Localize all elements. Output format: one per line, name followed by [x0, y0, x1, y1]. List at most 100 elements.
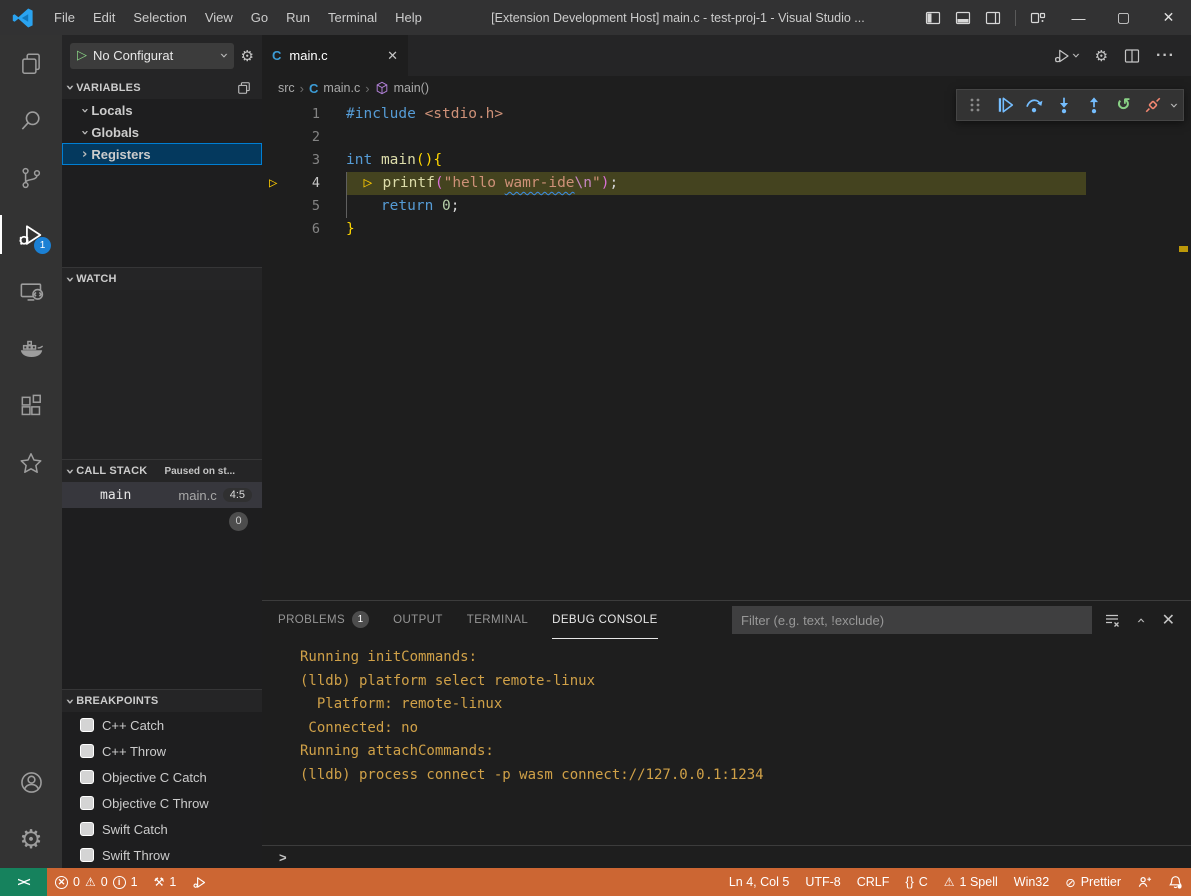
manage-button[interactable]: ⚙	[0, 811, 62, 868]
menu-go[interactable]: Go	[242, 10, 277, 25]
continue-button[interactable]	[993, 93, 1017, 117]
code-editor[interactable]: 1#include <stdio.h>23int main(){▷4 ▷prin…	[262, 100, 1191, 600]
launch-config-gear-icon[interactable]: ⚙	[241, 47, 254, 65]
tab-debug-console[interactable]: DEBUG CONSOLE	[552, 601, 658, 639]
encoding-indicator[interactable]: UTF-8	[797, 868, 848, 896]
breakpoint-margin[interactable]	[262, 195, 294, 218]
step-over-button[interactable]	[1022, 93, 1046, 117]
breadcrumb-symbol[interactable]: main()	[394, 81, 429, 95]
debug-configuration-dropdown[interactable]: ▷ No Configurat ›	[70, 43, 234, 69]
debug-console-input[interactable]: >	[262, 845, 1191, 868]
breakpoint-row[interactable]: C++ Catch	[62, 712, 262, 738]
breakpoint-row[interactable]: C++ Throw	[62, 738, 262, 764]
stack-frame-row[interactable]: main main.c 4:5	[62, 482, 262, 508]
sidebar-item-search[interactable]	[0, 92, 62, 149]
clear-console-icon[interactable]	[1104, 612, 1120, 628]
step-into-button[interactable]	[1052, 93, 1076, 117]
split-editor-icon[interactable]	[1124, 48, 1140, 64]
notifications-button[interactable]	[1160, 868, 1191, 896]
sidebar-item-explorer[interactable]	[0, 35, 62, 92]
line-text[interactable]: return 0;	[346, 195, 460, 218]
menu-selection[interactable]: Selection	[124, 10, 195, 25]
debug-session-chevron-icon[interactable]: ›	[1167, 102, 1182, 108]
breakpoint-checkbox[interactable]	[80, 744, 94, 758]
breakpoint-margin[interactable]	[262, 218, 294, 241]
line-text[interactable]: ▷printf("hello wamr-ide\n");	[346, 172, 1086, 195]
sidebar-item-extensions[interactable]	[0, 377, 62, 434]
line-text[interactable]: }	[346, 218, 355, 241]
platform-indicator[interactable]: Win32	[1006, 868, 1057, 896]
step-out-button[interactable]	[1082, 93, 1106, 117]
line-text[interactable]: int main(){	[346, 149, 442, 172]
close-tab-icon[interactable]: ✕	[387, 48, 398, 64]
breakpoint-row[interactable]: Objective C Throw	[62, 790, 262, 816]
tab-main-c[interactable]: C main.c ✕	[262, 35, 408, 76]
watch-header[interactable]: › WATCH	[62, 267, 262, 290]
call-stack-header[interactable]: › CALL STACK Paused on st...	[62, 459, 262, 482]
debug-status[interactable]	[184, 868, 215, 896]
cursor-position[interactable]: Ln 4, Col 5	[721, 868, 797, 896]
breakpoint-checkbox[interactable]	[80, 770, 94, 784]
maximize-button[interactable]: ▢	[1101, 0, 1146, 35]
maximize-panel-icon[interactable]: ›	[1133, 617, 1148, 623]
breakpoint-checkbox[interactable]	[80, 848, 94, 862]
menu-terminal[interactable]: Terminal	[319, 10, 386, 25]
toolbar-drag-handle[interactable]	[963, 93, 987, 117]
problems-status[interactable]: ✕ 0 ⚠ 0 i 1	[47, 868, 146, 896]
more-actions-icon[interactable]: ···	[1156, 47, 1175, 65]
code-line[interactable]: ▷4 ▷printf("hello wamr-ide\n");	[262, 172, 1191, 195]
breadcrumb-file[interactable]: main.c	[323, 81, 360, 95]
sidebar-item-docker[interactable]	[0, 320, 62, 377]
menu-help[interactable]: Help	[386, 10, 431, 25]
breakpoint-checkbox[interactable]	[80, 718, 94, 732]
accounts-button[interactable]	[0, 754, 62, 811]
remote-indicator[interactable]: ><	[0, 868, 47, 896]
sidebar-item-source-control[interactable]	[0, 149, 62, 206]
breadcrumb-folder[interactable]: src	[278, 81, 295, 95]
minimize-button[interactable]: —	[1056, 0, 1101, 35]
toggle-panel-icon[interactable]	[955, 10, 971, 26]
variables-header[interactable]: › VARIABLES	[62, 76, 262, 99]
editor-settings-gear-icon[interactable]: ⚙	[1095, 47, 1108, 65]
line-text[interactable]: #include <stdio.h>	[346, 103, 503, 126]
close-button[interactable]: ✕	[1146, 0, 1191, 35]
breakpoint-checkbox[interactable]	[80, 796, 94, 810]
menu-file[interactable]: File	[45, 10, 84, 25]
collapse-all-icon[interactable]	[237, 81, 251, 95]
tab-problems[interactable]: PROBLEMS 1	[278, 601, 369, 639]
breakpoint-margin[interactable]	[262, 126, 294, 149]
code-line[interactable]: 2	[262, 126, 1191, 149]
menu-view[interactable]: View	[196, 10, 242, 25]
run-or-debug-button[interactable]: ›	[1053, 47, 1079, 65]
menu-edit[interactable]: Edit	[84, 10, 124, 25]
close-panel-icon[interactable]: ✕	[1162, 610, 1175, 630]
breakpoint-row[interactable]: Swift Throw	[62, 842, 262, 868]
variables-item-globals[interactable]: › Globals	[62, 121, 262, 143]
menu-run[interactable]: Run	[277, 10, 319, 25]
breakpoint-margin[interactable]: ▷	[262, 172, 294, 195]
toolchain-status[interactable]: ⚒ 1	[146, 868, 185, 896]
toggle-sidebar-icon[interactable]	[925, 10, 941, 26]
breakpoint-checkbox[interactable]	[80, 822, 94, 836]
variables-item-locals[interactable]: › Locals	[62, 99, 262, 121]
customize-layout-icon[interactable]	[1030, 10, 1046, 26]
breakpoint-row[interactable]: Swift Catch	[62, 816, 262, 842]
breakpoints-header[interactable]: › BREAKPOINTS	[62, 689, 262, 712]
breakpoint-margin[interactable]	[262, 103, 294, 126]
sidebar-item-run-and-debug[interactable]: 1	[0, 206, 62, 263]
breakpoint-margin[interactable]	[262, 149, 294, 172]
tab-terminal[interactable]: TERMINAL	[467, 601, 528, 639]
tab-output[interactable]: OUTPUT	[393, 601, 443, 639]
eol-indicator[interactable]: CRLF	[849, 868, 898, 896]
code-line[interactable]: 5 return 0;	[262, 195, 1191, 218]
spell-checker-status[interactable]: ⚠ 1 Spell	[936, 868, 1006, 896]
console-filter-input[interactable]	[732, 606, 1092, 634]
breakpoint-row[interactable]: Objective C Catch	[62, 764, 262, 790]
code-line[interactable]: 3int main(){	[262, 149, 1191, 172]
disconnect-button[interactable]	[1141, 93, 1165, 117]
code-line[interactable]: 6}	[262, 218, 1191, 241]
thread-row[interactable]: 0	[62, 508, 262, 534]
language-mode[interactable]: {} C	[897, 868, 935, 896]
restart-button[interactable]: ↺	[1112, 93, 1136, 117]
variables-item-registers[interactable]: › Registers	[62, 143, 262, 165]
